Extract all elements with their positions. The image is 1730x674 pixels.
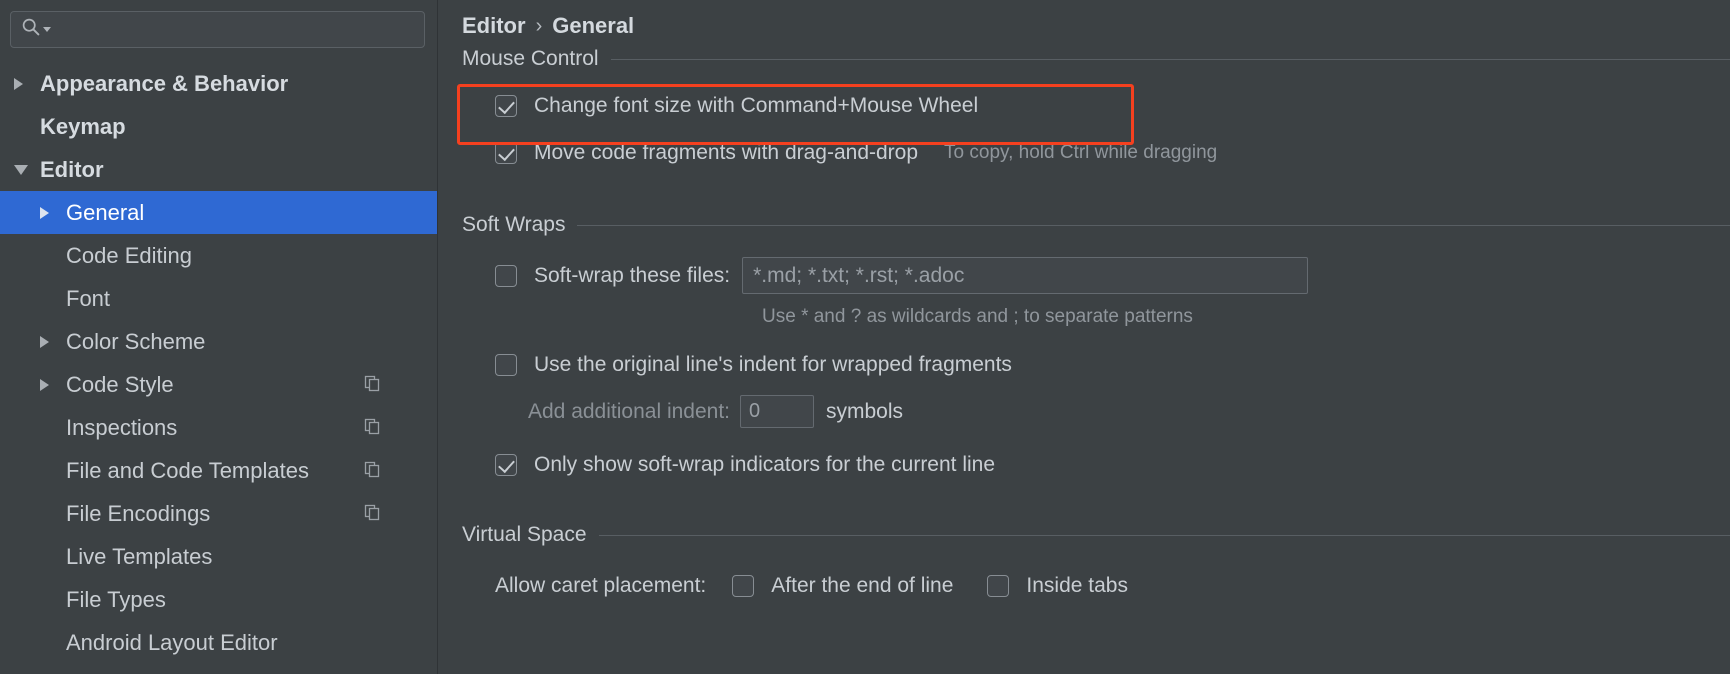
label-move-code-fragments: Move code fragments with drag-and-drop — [534, 140, 919, 164]
section-virtual-space: Virtual Space Allow caret placement: Aft… — [438, 518, 1730, 609]
section-title: Soft Wraps — [462, 213, 566, 236]
sidebar-item-label: Font — [66, 285, 111, 311]
sidebar-item-label: Keymap — [40, 113, 126, 139]
chevron-right-icon[interactable] — [40, 206, 49, 219]
additional-indent-value: 0 — [749, 400, 761, 422]
section-title: Mouse Control — [462, 47, 599, 70]
sidebar-item-label: General — [66, 199, 145, 225]
twisty-toggle[interactable] — [40, 335, 66, 348]
sidebar-item-label: Color Scheme — [66, 328, 206, 354]
option-move-code-fragments[interactable]: Move code fragments with drag-and-drop T… — [462, 129, 1730, 176]
sidebar-item-general[interactable]: General — [0, 191, 437, 234]
label-soft-wrap-files: Soft-wrap these files: — [534, 263, 731, 287]
settings-dialog: Appearance & Behavior Keymap Editor General… — [0, 0, 1730, 674]
label-additional-indent: Add additional indent: — [528, 399, 730, 423]
copy-settings-icon[interactable] — [364, 372, 381, 398]
checkbox-soft-wrap-files[interactable] — [495, 264, 517, 287]
chevron-right-icon[interactable] — [14, 77, 23, 90]
section-soft-wraps: Soft Wraps Soft-wrap these files: *.md; … — [438, 208, 1730, 488]
option-original-indent[interactable]: Use the original line's indent for wrapp… — [462, 341, 1730, 388]
sidebar-item-code-style[interactable]: Code Style — [0, 363, 437, 406]
label-change-font-size: Change font size with Command+Mouse Whee… — [534, 93, 979, 117]
search-icon — [21, 17, 41, 42]
checkbox-softwrap-indicators[interactable] — [495, 453, 517, 476]
sidebar-item-label: Code Editing — [66, 242, 192, 268]
checkbox-inside-tabs[interactable] — [987, 574, 1010, 597]
section-header-mouse-control: Mouse Control — [462, 42, 1730, 76]
hint-move-code-fragments: To copy, hold Ctrl while dragging — [944, 141, 1218, 163]
checkbox-original-indent[interactable] — [495, 353, 517, 376]
sidebar-item-color-scheme[interactable]: Color Scheme — [0, 320, 437, 363]
soft-wrap-files-value: *.md; *.txt; *.rst; *.adoc — [753, 263, 965, 287]
sidebar-item-label: Code Style — [66, 371, 174, 397]
sidebar-item-file-and-code-templates[interactable]: File and Code Templates — [0, 449, 437, 492]
sidebar-item-label: Live Templates — [66, 543, 213, 569]
twisty-toggle[interactable] — [40, 206, 66, 219]
sidebar-item-label: File and Code Templates — [66, 457, 309, 483]
label-softwrap-indicators: Only show soft-wrap indicators for the c… — [534, 452, 996, 476]
option-inside-tabs[interactable]: Inside tabs — [987, 574, 1128, 598]
breadcrumb-root[interactable]: Editor — [462, 13, 526, 39]
settings-main-panel: Editor › General Mouse Control Change fo… — [438, 0, 1730, 674]
sidebar-item-live-templates[interactable]: Live Templates — [0, 535, 437, 578]
row-additional-indent: Add additional indent: 0 symbols — [462, 388, 1730, 435]
sidebar-item-label: Editor — [40, 156, 104, 182]
copy-settings-icon[interactable] — [364, 501, 381, 527]
chevron-right-icon[interactable] — [40, 378, 49, 391]
sidebar-item-file-types[interactable]: File Types — [0, 578, 437, 621]
checkbox-after-end-of-line[interactable] — [732, 574, 755, 597]
hint-wildcards: Use * and ? as wildcards and ; to separa… — [762, 306, 1193, 327]
sidebar-item-file-encodings[interactable]: File Encodings — [0, 492, 437, 535]
sidebar-item-code-editing[interactable]: Code Editing — [0, 234, 437, 277]
soft-wrap-files-input[interactable]: *.md; *.txt; *.rst; *.adoc — [742, 257, 1309, 294]
label-inside-tabs: Inside tabs — [1026, 573, 1128, 597]
copy-settings-icon[interactable] — [364, 458, 381, 484]
label-caret-placement: Allow caret placement: — [495, 573, 707, 597]
breadcrumb-separator-icon: › — [535, 14, 543, 37]
sidebar-item-font[interactable]: Font — [0, 277, 437, 320]
option-soft-wrap-files[interactable]: Soft-wrap these files: *.md; *.txt; *.rs… — [462, 252, 1730, 299]
option-after-end-of-line[interactable]: After the end of line — [732, 574, 953, 598]
breadcrumb: Editor › General — [438, 0, 1730, 42]
search-area — [0, 0, 437, 48]
search-input[interactable] — [10, 11, 425, 48]
checkbox-change-font-size[interactable] — [495, 94, 517, 117]
sidebar-item-android-layout-editor[interactable]: Android Layout Editor — [0, 621, 437, 664]
sidebar-item-appearance-behavior[interactable]: Appearance & Behavior — [0, 62, 437, 105]
twisty-toggle[interactable] — [14, 77, 40, 90]
section-title: Virtual Space — [462, 523, 587, 546]
checkbox-move-code-fragments[interactable] — [495, 141, 517, 164]
chevron-right-icon[interactable] — [40, 335, 49, 348]
sidebar-item-label: Android Layout Editor — [66, 629, 278, 655]
section-divider — [598, 534, 1730, 536]
section-header-soft-wraps: Soft Wraps — [462, 208, 1730, 242]
copy-settings-icon[interactable] — [364, 415, 381, 441]
chevron-down-icon[interactable] — [42, 21, 52, 39]
sidebar-item-label: Inspections — [66, 414, 178, 440]
option-softwrap-indicators[interactable]: Only show soft-wrap indicators for the c… — [462, 441, 1730, 488]
sidebar-item-label: File Encodings — [66, 500, 211, 526]
breadcrumb-leaf: General — [552, 13, 635, 38]
section-header-virtual-space: Virtual Space — [462, 518, 1730, 552]
additional-indent-input[interactable]: 0 — [740, 395, 814, 428]
settings-tree: Appearance & Behavior Keymap Editor General… — [0, 62, 437, 664]
label-after-end-of-line: After the end of line — [771, 573, 954, 597]
sidebar-item-label: File Types — [66, 586, 166, 612]
settings-sidebar: Appearance & Behavior Keymap Editor General… — [0, 0, 438, 674]
chevron-down-icon[interactable] — [14, 164, 28, 175]
section-divider — [577, 224, 1730, 226]
label-additional-indent-unit: symbols — [826, 399, 904, 423]
row-caret-placement: Allow caret placement: After the end of … — [462, 562, 1730, 609]
sidebar-item-label: Appearance & Behavior — [40, 70, 289, 96]
sidebar-item-keymap[interactable]: Keymap — [0, 105, 437, 148]
section-divider — [610, 58, 1730, 60]
sidebar-item-editor[interactable]: Editor — [0, 148, 437, 191]
sidebar-item-inspections[interactable]: Inspections — [0, 406, 437, 449]
twisty-toggle[interactable] — [14, 164, 40, 175]
option-change-font-size[interactable]: Change font size with Command+Mouse Whee… — [462, 82, 1730, 129]
twisty-toggle[interactable] — [40, 378, 66, 391]
section-mouse-control: Mouse Control Change font size with Comm… — [438, 42, 1730, 176]
label-original-indent: Use the original line's indent for wrapp… — [534, 352, 1012, 376]
